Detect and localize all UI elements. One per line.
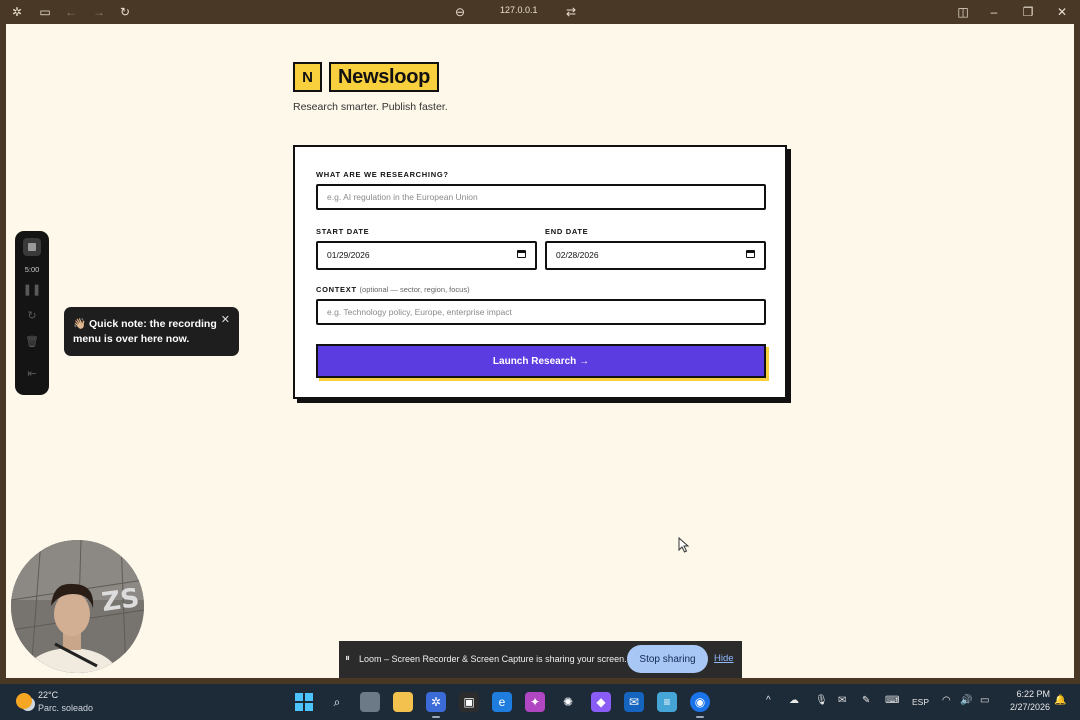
collapse-icon[interactable]: ⇤ xyxy=(15,367,49,380)
browser-toolbar: ✲ ▭ ← → ↻ ⊖ 127.0.0.1 ⇄ ◫ – ❐ ✕ xyxy=(0,0,1080,24)
screen-share-bar: ⏸ Loom – Screen Recorder & Screen Captur… xyxy=(339,641,742,678)
close-tooltip-icon[interactable]: ✕ xyxy=(221,313,230,328)
microphone-icon[interactable]: 🎙 xyxy=(815,695,828,706)
browser-app-icon[interactable]: ✲ xyxy=(426,692,446,718)
calendar-icon[interactable] xyxy=(746,250,755,258)
keyboard-icon[interactable]: ⌨ xyxy=(885,695,899,706)
end-date-label: END DATE xyxy=(545,227,589,236)
svg-text:ZS: ZS xyxy=(100,583,141,618)
trash-icon[interactable]: 🗑 xyxy=(15,335,49,348)
show-hidden-icons-icon[interactable]: ^ xyxy=(766,695,771,706)
address-bar-url[interactable]: 127.0.0.1 xyxy=(500,5,538,15)
end-date-value: 02/28/2026 xyxy=(556,250,599,260)
forward-icon[interactable]: → xyxy=(91,4,107,20)
tooltip-text: 👋🏼 Quick note: the recording menu is ove… xyxy=(73,318,217,345)
mail-app-icon[interactable]: ✉ xyxy=(624,692,644,712)
clock-time[interactable]: 6:22 PM xyxy=(990,689,1050,699)
back-icon[interactable]: ← xyxy=(63,4,79,20)
start-date-label: START DATE xyxy=(316,227,370,236)
topic-label: WHAT ARE WE RESEARCHING? xyxy=(316,170,449,179)
notifications-bell-icon[interactable]: 🔔 xyxy=(1054,695,1066,706)
sidebar-toggle-icon[interactable]: ▭ xyxy=(37,4,53,20)
weather-temp[interactable]: 22°C xyxy=(38,690,58,700)
logo-wordmark: Newsloop xyxy=(329,62,440,92)
launch-research-button[interactable]: Launch Research → xyxy=(316,344,766,378)
wifi-icon[interactable]: ◠ xyxy=(942,695,951,706)
loom-tooltip: 👋🏼 Quick note: the recording menu is ove… xyxy=(64,307,239,356)
calendar-icon[interactable] xyxy=(517,250,526,258)
notification-app-icon[interactable]: ✉ xyxy=(838,695,846,706)
input-language[interactable]: ESP xyxy=(912,697,929,707)
battery-icon[interactable]: ▭ xyxy=(980,695,989,706)
maximize-icon[interactable]: ❐ xyxy=(1020,4,1036,20)
start-date-input[interactable]: 01/29/2026 xyxy=(316,241,537,270)
end-date-input[interactable]: 02/28/2026 xyxy=(545,241,766,270)
stop-sharing-button[interactable]: Stop sharing xyxy=(627,645,708,673)
context-input[interactable]: e.g. Technology policy, Europe, enterpri… xyxy=(316,299,766,325)
pause-icon[interactable]: ❚❚ xyxy=(15,283,49,296)
split-view-icon[interactable]: ◫ xyxy=(955,4,971,20)
clock-date[interactable]: 2/27/2026 xyxy=(990,702,1050,712)
link-icon[interactable]: ⊖ xyxy=(452,4,468,20)
search-icon[interactable]: ⌕ xyxy=(327,692,347,712)
stop-recording-button[interactable] xyxy=(23,238,41,256)
minimize-icon[interactable]: – xyxy=(986,4,1002,20)
chrome-icon[interactable]: ◉ xyxy=(690,692,710,718)
copilot-icon[interactable]: ✦ xyxy=(525,692,545,712)
mouse-cursor-icon xyxy=(678,537,690,553)
close-icon[interactable]: ✕ xyxy=(1054,4,1070,20)
loom-recording-menu: 5:00 ❚❚ ↻ 🗑 ⇤ xyxy=(15,231,49,395)
tagline: Research smarter. Publish faster. xyxy=(293,101,448,113)
site-settings-icon[interactable]: ⇄ xyxy=(563,4,579,20)
webcam-bubble[interactable]: ZS xyxy=(11,540,144,673)
start-date-value: 01/29/2026 xyxy=(327,250,370,260)
cube-app-icon[interactable]: ▣ xyxy=(459,692,479,712)
context-label: CONTEXT (optional — sector, region, focu… xyxy=(316,285,470,294)
context-label-text: CONTEXT xyxy=(316,285,357,294)
reload-icon[interactable]: ↻ xyxy=(117,4,133,20)
weather-sun-icon[interactable] xyxy=(16,693,32,709)
share-pause-icon[interactable]: ⏸ xyxy=(345,653,350,664)
recording-timer: 5:00 xyxy=(24,265,40,274)
notepad-icon[interactable]: ≡ xyxy=(657,692,677,712)
webcam-feed: ZS xyxy=(11,540,144,673)
obsidian-icon[interactable]: ◆ xyxy=(591,692,611,712)
start-icon[interactable] xyxy=(294,692,314,712)
restart-icon[interactable]: ↻ xyxy=(15,309,49,322)
task-view-icon[interactable] xyxy=(360,692,380,712)
onedrive-icon[interactable]: ☁ xyxy=(789,695,799,706)
edge-icon[interactable]: e xyxy=(492,692,512,712)
app-menu-icon[interactable]: ✲ xyxy=(9,4,25,20)
logo-mark: N xyxy=(293,62,322,92)
chatgpt-icon[interactable]: ✺ xyxy=(558,692,578,712)
context-hint: (optional — sector, region, focus) xyxy=(359,285,470,294)
weather-condition[interactable]: Parc. soleado xyxy=(38,703,93,713)
share-message: Loom – Screen Recorder & Screen Capture … xyxy=(359,654,627,664)
page-viewport: N Newsloop Research smarter. Publish fas… xyxy=(6,24,1074,678)
research-form: WHAT ARE WE RESEARCHING? e.g. AI regulat… xyxy=(293,145,787,399)
file-explorer-icon[interactable] xyxy=(393,692,413,712)
hide-link[interactable]: Hide xyxy=(714,653,734,664)
windows-taskbar: 22°C Parc. soleado ⌕ ✲ ▣ e ✦ ✺ ◆ ✉ ≡ ◉ ^… xyxy=(0,684,1080,720)
pen-icon[interactable]: ✎ xyxy=(862,695,870,706)
topic-input[interactable]: e.g. AI regulation in the European Union xyxy=(316,184,766,210)
newsloop-logo: N Newsloop xyxy=(293,62,440,92)
volume-icon[interactable]: 🔊 xyxy=(960,695,972,706)
